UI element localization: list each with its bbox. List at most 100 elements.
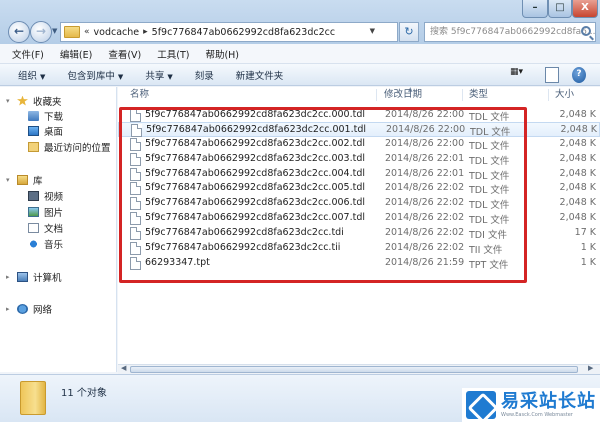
- search-icon[interactable]: [581, 26, 591, 36]
- organize-button[interactable]: 组织 ▼: [18, 68, 45, 82]
- sidebar-item-desktop[interactable]: 桌面: [28, 123, 63, 138]
- red-highlight-annotation: [119, 107, 527, 283]
- sidebar-item-documents[interactable]: 文档: [28, 220, 63, 235]
- sidebar-label: 收藏夹: [33, 96, 62, 108]
- breadcrumb-current-folder[interactable]: 5f9c776847ab0662992cd8fa623dc2cc: [152, 27, 335, 38]
- close-button[interactable]: X: [572, 0, 598, 18]
- breadcrumb-vodcache[interactable]: vodcache: [94, 27, 140, 38]
- back-button[interactable]: ←: [8, 21, 30, 43]
- document-icon: [28, 222, 39, 233]
- scroll-left-icon[interactable]: ◀: [121, 364, 126, 372]
- address-bar[interactable]: « vodcache ▸ 5f9c776847ab0662992cd8fa623…: [60, 22, 398, 42]
- search-input[interactable]: 搜索 5f9c776847ab0662992cd8fa6...: [424, 22, 596, 42]
- music-icon: [28, 238, 39, 249]
- file-size: 2,048 K: [559, 153, 596, 164]
- item-count: 11 个对象: [61, 388, 107, 399]
- chevron-down-icon: ▼: [40, 72, 46, 81]
- expand-icon[interactable]: ▾: [6, 176, 14, 184]
- refresh-button[interactable]: ↻: [399, 22, 419, 42]
- organize-label: 组织: [18, 70, 38, 82]
- folder-icon: [64, 26, 80, 38]
- chevron-down-icon: ▼: [167, 72, 173, 81]
- sidebar-item-computer[interactable]: ▸ 计算机: [6, 269, 62, 284]
- search-placeholder: 搜索 5f9c776847ab0662992cd8fa6...: [430, 27, 596, 37]
- file-size: 2,048 K: [559, 182, 596, 193]
- file-size: 2,048 K: [559, 138, 596, 149]
- sidebar-item-favorites[interactable]: ▾ 收藏夹: [6, 93, 62, 108]
- maximize-button[interactable]: □: [548, 0, 572, 18]
- sidebar-label: 计算机: [33, 272, 62, 284]
- column-header-date[interactable]: 修改日期: [384, 87, 422, 103]
- sidebar-label: 最近访问的位置: [44, 142, 111, 154]
- recent-places-icon: [28, 141, 39, 152]
- burn-button[interactable]: 刻录: [195, 68, 214, 82]
- sidebar-item-recent[interactable]: 最近访问的位置: [28, 139, 111, 154]
- chevron-down-icon: ▼: [117, 72, 124, 81]
- network-icon: [17, 303, 28, 314]
- address-overflow[interactable]: «: [84, 27, 90, 37]
- file-size: 2,048 K: [559, 109, 596, 120]
- watermark-subtitle: Www.Easck.Com Webmaster: [501, 411, 573, 418]
- explorer-window: – □ X ← → ▼ « vodcache ▸ 5f9c776847ab066…: [0, 0, 600, 422]
- column-header-type[interactable]: 类型: [469, 87, 488, 103]
- sidebar-label: 图片: [44, 207, 64, 219]
- column-header-name[interactable]: 名称: [130, 87, 149, 103]
- sidebar-label: 视频: [44, 191, 64, 203]
- include-library-label: 包含到库中: [67, 70, 115, 82]
- menu-edit[interactable]: 编辑(E): [60, 47, 92, 61]
- folder-icon: [20, 381, 46, 415]
- recent-pages-dropdown-icon[interactable]: ▼: [52, 27, 57, 35]
- menu-help[interactable]: 帮助(H): [205, 47, 239, 61]
- menu-bar: 文件(F) 编辑(E) 查看(V) 工具(T) 帮助(H): [0, 44, 600, 64]
- site-watermark: 易采站长站 Www.Easck.Com Webmaster: [462, 388, 600, 422]
- chevron-right-icon[interactable]: ▸: [143, 27, 148, 37]
- expand-icon[interactable]: ▸: [6, 305, 14, 313]
- help-icon[interactable]: ?: [572, 67, 586, 83]
- sidebar-item-videos[interactable]: 视频: [28, 188, 63, 203]
- sidebar-item-music[interactable]: 音乐: [28, 236, 63, 251]
- file-size: 2,048 K: [559, 168, 596, 179]
- watermark-title: 易采站长站: [501, 390, 596, 412]
- sidebar-item-libraries[interactable]: ▾ 库: [6, 172, 43, 187]
- star-icon: [17, 95, 28, 106]
- column-divider[interactable]: [548, 89, 549, 101]
- menu-file[interactable]: 文件(F): [12, 47, 44, 61]
- watermark-logo-icon: [466, 391, 496, 419]
- address-dropdown-icon[interactable]: ▼: [370, 27, 375, 35]
- share-label: 共享: [145, 70, 165, 82]
- pictures-icon: [28, 206, 39, 217]
- expand-icon[interactable]: ▾: [6, 97, 14, 105]
- download-folder-icon: [28, 110, 39, 121]
- expand-icon[interactable]: ▸: [6, 273, 14, 281]
- column-divider[interactable]: [462, 89, 463, 101]
- menu-tools[interactable]: 工具(T): [157, 47, 189, 61]
- forward-button[interactable]: →: [30, 21, 52, 43]
- sidebar-label: 文档: [44, 223, 64, 235]
- navigation-pane: ▾ 收藏夹 下载 桌面 最近访问的位置 ▾ 库 视频 图片 文档 音乐 ▸ 计算…: [0, 87, 117, 372]
- column-divider[interactable]: [376, 89, 377, 101]
- sidebar-label: 音乐: [44, 239, 64, 251]
- file-size: 2,048 K: [560, 124, 597, 135]
- title-address-bar: – □ X ← → ▼ « vodcache ▸ 5f9c776847ab066…: [0, 0, 600, 44]
- view-options-icon[interactable]: ▦▾: [510, 67, 528, 83]
- horizontal-scrollbar[interactable]: ◀ ▶: [118, 364, 600, 374]
- menu-view[interactable]: 查看(V): [108, 47, 141, 61]
- share-button[interactable]: 共享 ▼: [145, 68, 172, 82]
- sidebar-label: 网络: [33, 304, 53, 316]
- preview-pane-icon[interactable]: [545, 67, 559, 83]
- sidebar-item-pictures[interactable]: 图片: [28, 204, 63, 219]
- sidebar-label: 库: [33, 175, 43, 187]
- command-toolbar: 组织 ▼ 包含到库中 ▼ 共享 ▼ 刻录 新建文件夹 ▦▾ ?: [0, 64, 600, 86]
- sidebar-label: 下载: [44, 111, 64, 123]
- include-in-library-button[interactable]: 包含到库中 ▼: [67, 68, 123, 82]
- column-header-size[interactable]: 大小: [555, 87, 574, 103]
- minimize-button[interactable]: –: [522, 0, 548, 18]
- new-folder-button[interactable]: 新建文件夹: [236, 68, 284, 82]
- computer-icon: [17, 271, 28, 282]
- scroll-right-icon[interactable]: ▶: [588, 364, 593, 372]
- file-size: 1 K: [580, 242, 596, 253]
- sidebar-item-downloads[interactable]: 下载: [28, 108, 63, 123]
- sidebar-item-network[interactable]: ▸ 网络: [6, 301, 52, 316]
- video-icon: [28, 190, 39, 201]
- scrollbar-thumb[interactable]: [130, 366, 578, 373]
